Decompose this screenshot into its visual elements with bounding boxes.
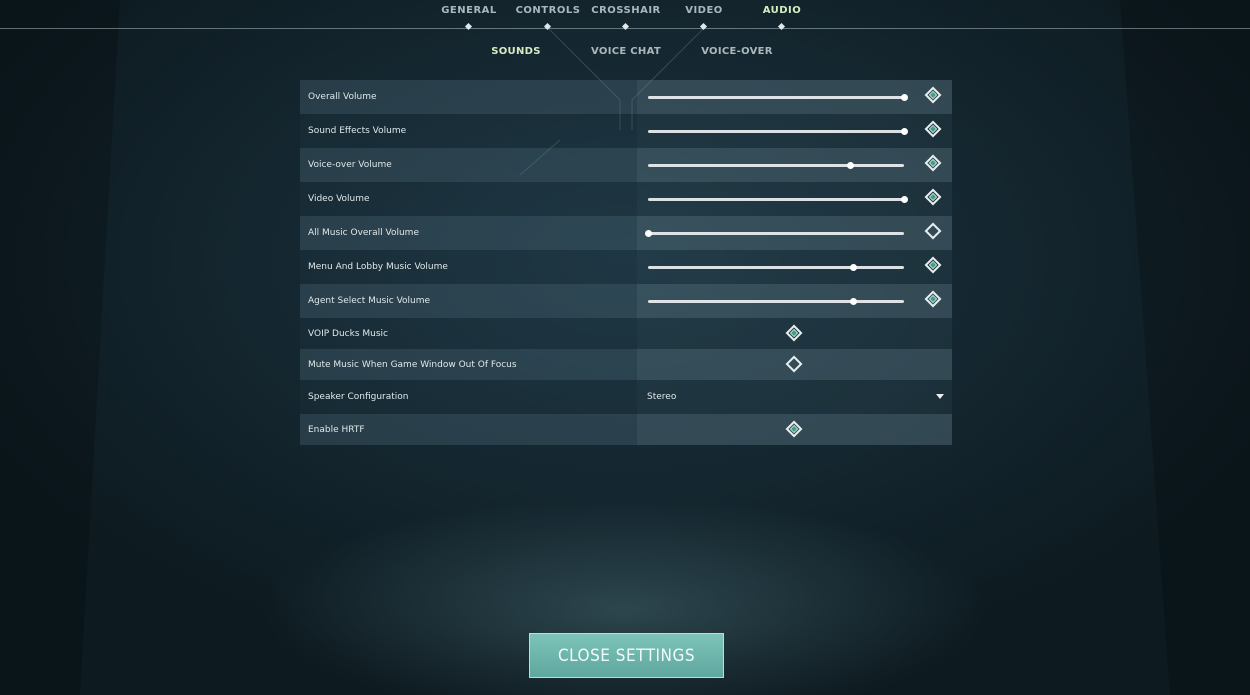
voice-over-volume-slider[interactable] xyxy=(648,162,904,169)
setting-row-mute-music-out-of-focus: Mute Music When Game Window Out Of Focus xyxy=(300,349,952,380)
subtab-voice-over[interactable]: VOICE-OVER xyxy=(682,46,792,57)
subtab-voice-chat[interactable]: VOICE CHAT xyxy=(571,46,681,57)
tab-label: CONTROLS xyxy=(515,5,581,16)
subtab-sounds[interactable]: SOUNDS xyxy=(461,46,571,57)
setting-label: Agent Select Music Volume xyxy=(300,284,637,318)
setting-label: All Music Overall Volume xyxy=(300,216,637,250)
slider-handle[interactable] xyxy=(850,264,857,271)
setting-row-overall-volume: Overall Volume xyxy=(300,80,952,114)
speaker-configuration-dropdown[interactable]: Stereo xyxy=(637,380,952,414)
setting-control xyxy=(637,414,952,445)
setting-row-all-music-volume: All Music Overall Volume xyxy=(300,216,952,250)
tab-label: AUDIO xyxy=(762,5,802,16)
setting-label: Sound Effects Volume xyxy=(300,114,637,148)
slider-handle[interactable] xyxy=(901,94,908,101)
reset-icon[interactable] xyxy=(924,120,942,138)
setting-control xyxy=(637,349,952,380)
setting-control xyxy=(637,148,952,182)
slider-handle[interactable] xyxy=(901,128,908,135)
slider-handle[interactable] xyxy=(645,230,652,237)
menu-lobby-music-volume-slider[interactable] xyxy=(648,264,904,271)
slider-handle[interactable] xyxy=(901,196,908,203)
setting-control xyxy=(637,182,952,216)
settings-panel: Overall Volume Sound Effects Volume Voic… xyxy=(300,80,952,445)
setting-row-enable-hrtf: Enable HRTF xyxy=(300,414,952,445)
setting-label: Voice-over Volume xyxy=(300,148,637,182)
setting-row-agent-select-music-volume: Agent Select Music Volume xyxy=(300,284,952,318)
setting-label: Overall Volume xyxy=(300,80,637,114)
setting-row-video-volume: Video Volume xyxy=(300,182,952,216)
reset-icon[interactable] xyxy=(924,154,942,172)
voip-ducks-music-checkbox-icon[interactable] xyxy=(785,324,803,342)
setting-label: Enable HRTF xyxy=(300,414,637,445)
all-music-volume-slider[interactable] xyxy=(645,230,904,237)
reset-icon[interactable] xyxy=(924,290,942,308)
setting-row-menu-lobby-music-volume: Menu And Lobby Music Volume xyxy=(300,250,952,284)
setting-row-voip-ducks-music: VOIP Ducks Music xyxy=(300,318,952,349)
setting-label: VOIP Ducks Music xyxy=(300,318,637,349)
tab-label: CROSSHAIR xyxy=(591,5,661,16)
setting-control xyxy=(637,250,952,284)
slider-handle[interactable] xyxy=(850,298,857,305)
setting-label: Menu And Lobby Music Volume xyxy=(300,250,637,284)
setting-control xyxy=(637,318,952,349)
tab-label: VIDEO xyxy=(685,5,723,16)
video-volume-slider[interactable] xyxy=(648,196,908,203)
close-settings-button[interactable]: CLOSE SETTINGS xyxy=(529,633,724,678)
reset-icon[interactable] xyxy=(924,86,942,104)
tab-label: GENERAL xyxy=(441,5,497,16)
setting-control xyxy=(637,80,952,114)
setting-label: Mute Music When Game Window Out Of Focus xyxy=(300,349,637,380)
setting-row-voice-over-volume: Voice-over Volume xyxy=(300,148,952,182)
reset-icon[interactable] xyxy=(924,256,942,274)
setting-control xyxy=(637,284,952,318)
caret-down-icon xyxy=(936,394,944,399)
tab-audio[interactable]: AUDIO xyxy=(732,0,832,31)
setting-row-sound-effects-volume: Sound Effects Volume xyxy=(300,114,952,148)
slider-handle[interactable] xyxy=(847,162,854,169)
setting-label: Speaker Configuration xyxy=(300,380,637,414)
setting-row-speaker-configuration: Speaker Configuration Stereo xyxy=(300,380,952,414)
overall-volume-slider[interactable] xyxy=(648,94,908,101)
enable-hrtf-checkbox-icon[interactable] xyxy=(785,420,803,438)
reset-icon[interactable] xyxy=(924,222,942,240)
mute-music-out-of-focus-checkbox-icon[interactable] xyxy=(785,355,803,373)
setting-control xyxy=(637,216,952,250)
reset-icon[interactable] xyxy=(924,188,942,206)
agent-select-music-volume-slider[interactable] xyxy=(648,298,904,305)
setting-label: Video Volume xyxy=(300,182,637,216)
setting-control: Stereo xyxy=(637,380,952,414)
sound-effects-volume-slider[interactable] xyxy=(648,128,908,135)
dropdown-value: Stereo xyxy=(647,392,677,402)
setting-control xyxy=(637,114,952,148)
